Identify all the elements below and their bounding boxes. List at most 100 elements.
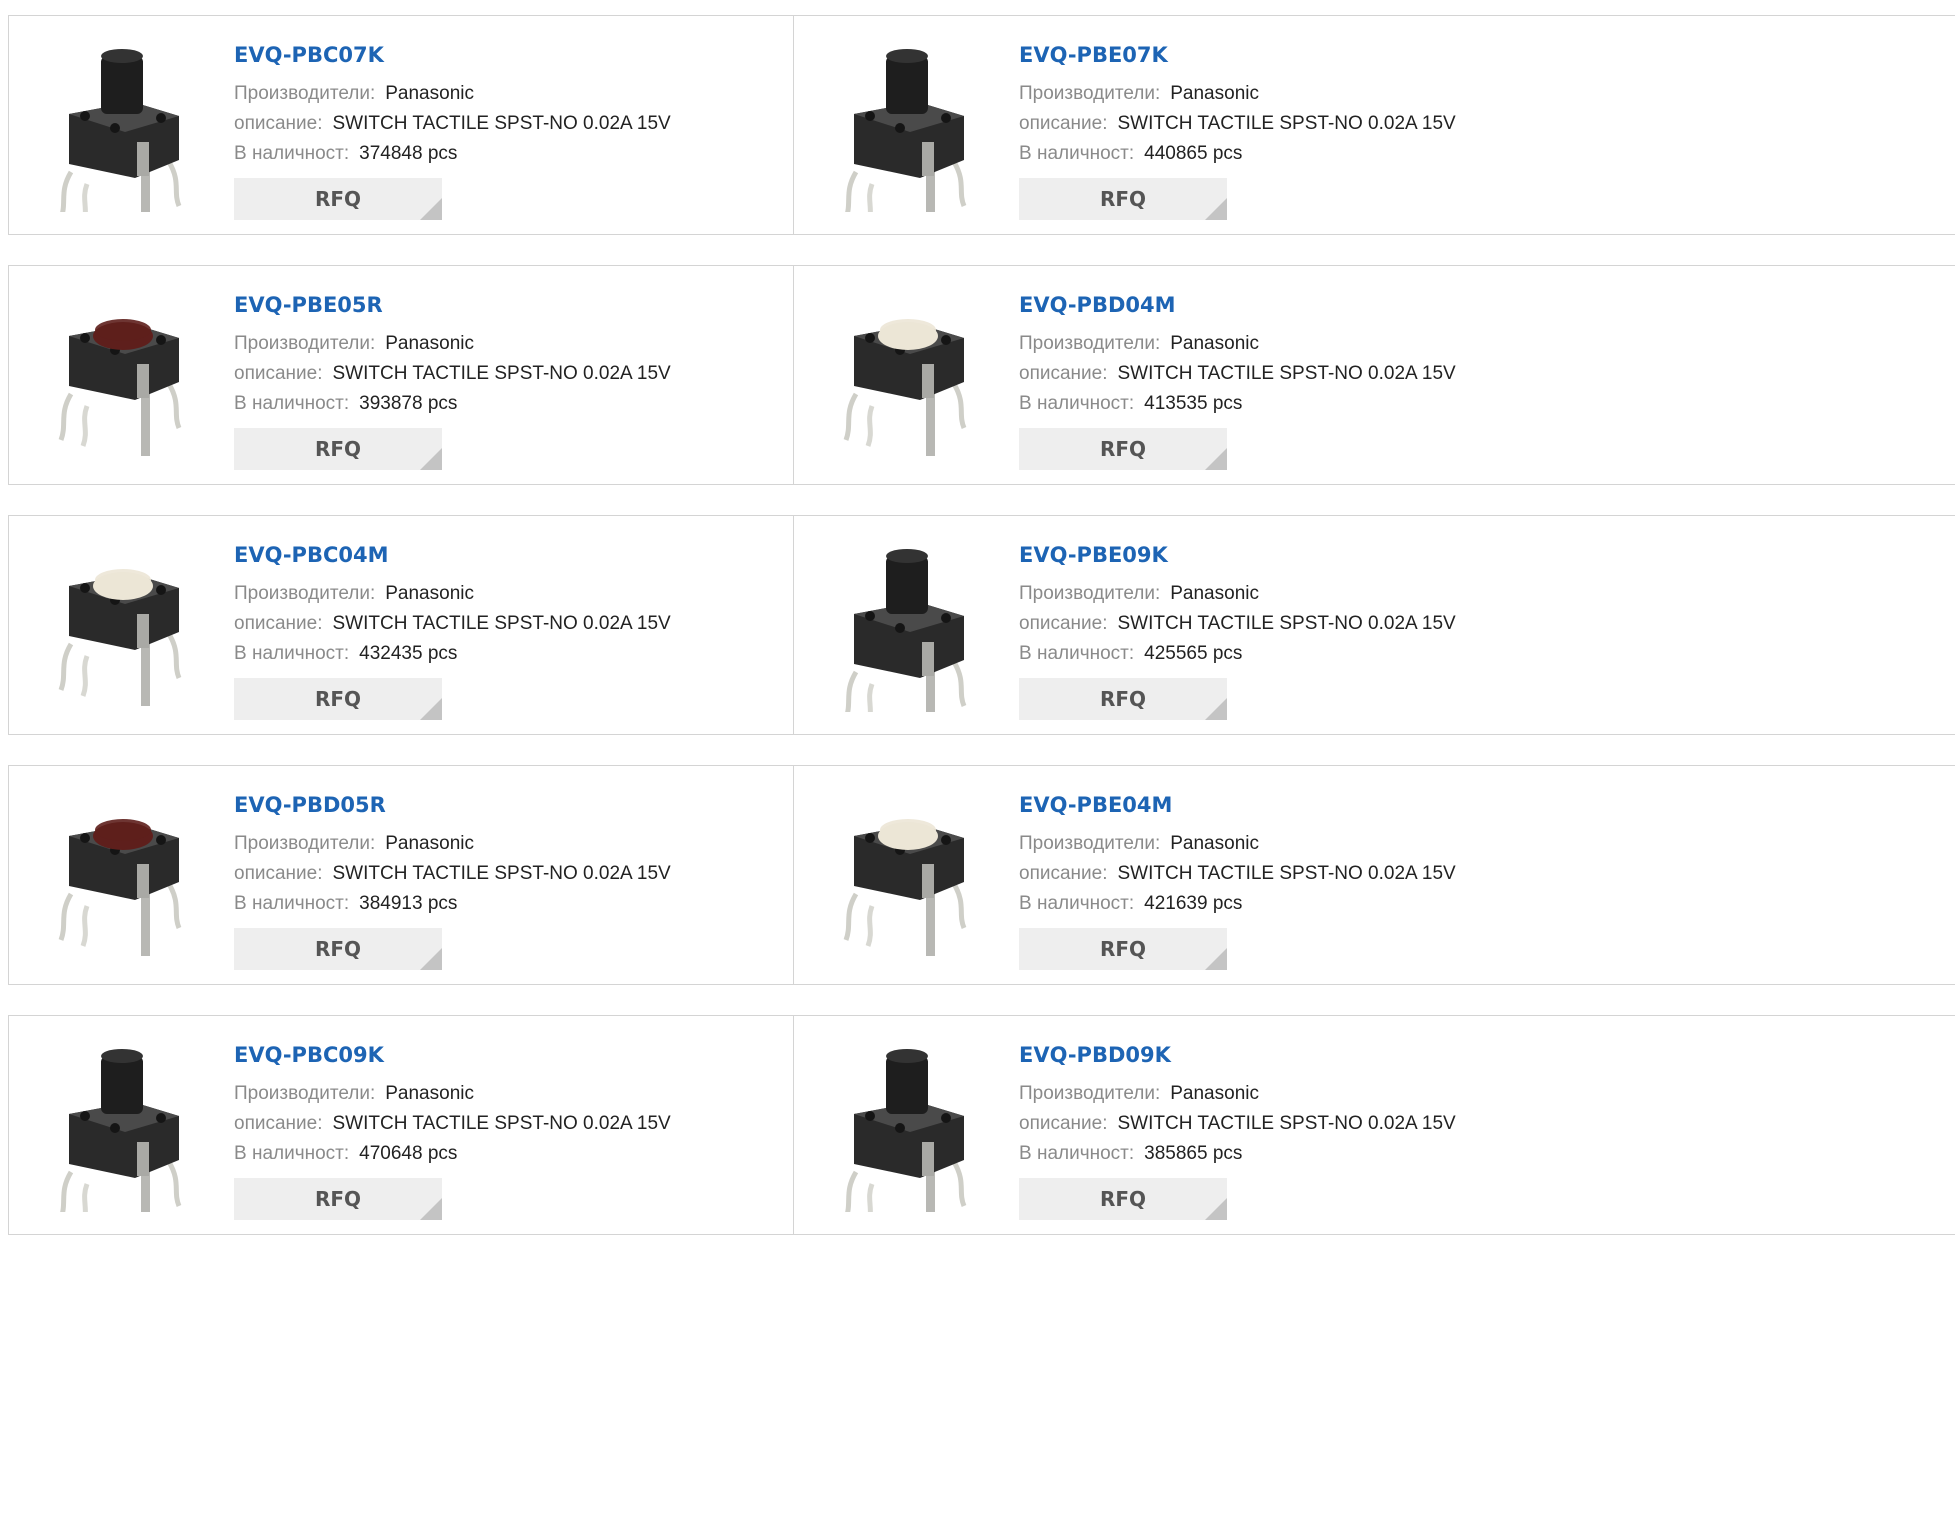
tactile-switch-white-icon[interactable] [826, 294, 988, 462]
product-info: EVQ-PBD05R Производители: Panasonic описа… [234, 792, 671, 970]
manufacturer-value: Panasonic [1170, 833, 1259, 854]
product-row: EVQ-PBC04M Производители: Panasonic описа… [8, 515, 1955, 735]
rfq-button-label: RFQ [1099, 937, 1147, 961]
product-title-link[interactable]: EVQ-PBE05R [234, 292, 671, 318]
manufacturer-label: Производители: [1019, 1083, 1161, 1104]
stock-row: В наличност: 432435 pcs [234, 639, 671, 669]
stock-label: В наличност: [1019, 1143, 1135, 1164]
tactile-switch-tall-black-icon-graphic [60, 1049, 182, 1212]
stock-value: 421639 pcs [1144, 893, 1243, 914]
product-title-link[interactable]: EVQ-PBC09K [234, 1042, 671, 1068]
manufacturer-value: Panasonic [385, 83, 474, 104]
description-value: SWITCH TACTILE SPST-NO 0.02A 15V [1117, 613, 1456, 634]
product-title-link[interactable]: EVQ-PBE09K [1019, 542, 1456, 568]
stock-value: 470648 pcs [359, 1143, 458, 1164]
product-title-link[interactable]: EVQ-PBD05R [234, 792, 671, 818]
manufacturer-value: Panasonic [385, 333, 474, 354]
tactile-switch-tall-black-icon[interactable] [41, 1044, 203, 1212]
rfq-button[interactable]: RFQ [1019, 428, 1227, 470]
manufacturer-label: Производители: [1019, 583, 1161, 604]
stock-row: В наличност: 385865 pcs [1019, 1139, 1456, 1169]
rfq-corner-decoration [1205, 948, 1227, 970]
rfq-button[interactable]: RFQ [1019, 1178, 1227, 1220]
tactile-switch-tall-black-icon[interactable] [41, 44, 203, 212]
stock-label: В наличност: [1019, 393, 1135, 414]
description-label: описание: [1019, 363, 1108, 384]
description-row: описание: SWITCH TACTILE SPST-NO 0.02A 15… [1019, 1109, 1456, 1139]
rfq-button-label: RFQ [1099, 437, 1147, 461]
manufacturer-label: Производители: [234, 83, 376, 104]
product-row: EVQ-PBC09K Производители: Panasonic описа… [8, 1015, 1955, 1235]
description-value: SWITCH TACTILE SPST-NO 0.02A 15V [332, 863, 671, 884]
description-row: описание: SWITCH TACTILE SPST-NO 0.02A 15… [1019, 609, 1456, 639]
rfq-button-label: RFQ [1099, 687, 1147, 711]
stock-label: В наличност: [234, 643, 350, 664]
tactile-switch-white-icon-graphic [843, 319, 967, 456]
product-title-link[interactable]: EVQ-PBC04M [234, 542, 671, 568]
description-value: SWITCH TACTILE SPST-NO 0.02A 15V [332, 613, 671, 634]
product-info: EVQ-PBE09K Производители: Panasonic описа… [1019, 542, 1456, 720]
tactile-switch-tall-black-icon[interactable] [826, 44, 988, 212]
rfq-button[interactable]: RFQ [234, 178, 442, 220]
product-title-link[interactable]: EVQ-PBD09K [1019, 1042, 1456, 1068]
tactile-switch-red-icon[interactable] [41, 294, 203, 462]
product-title-link[interactable]: EVQ-PBC07K [234, 42, 671, 68]
manufacturer-row: Производители: Panasonic [1019, 329, 1456, 359]
stock-value: 432435 pcs [359, 643, 458, 664]
rfq-button[interactable]: RFQ [234, 678, 442, 720]
manufacturer-value: Panasonic [1170, 1083, 1259, 1104]
description-label: описание: [1019, 113, 1108, 134]
description-row: описание: SWITCH TACTILE SPST-NO 0.02A 15… [234, 609, 671, 639]
manufacturer-row: Производители: Panasonic [1019, 79, 1456, 109]
manufacturer-row: Производители: Panasonic [234, 579, 671, 609]
tactile-switch-white-icon[interactable] [826, 794, 988, 962]
rfq-corner-decoration [420, 1198, 442, 1220]
manufacturer-value: Panasonic [1170, 583, 1259, 604]
description-row: описание: SWITCH TACTILE SPST-NO 0.02A 15… [234, 1109, 671, 1139]
rfq-corner-decoration [1205, 1198, 1227, 1220]
stock-value: 384913 pcs [359, 893, 458, 914]
manufacturer-value: Panasonic [1170, 333, 1259, 354]
product-title-link[interactable]: EVQ-PBD04M [1019, 292, 1456, 318]
manufacturer-label: Производители: [1019, 83, 1161, 104]
tactile-switch-white-icon[interactable] [41, 544, 203, 712]
stock-value: 385865 pcs [1144, 1143, 1243, 1164]
product-title-link[interactable]: EVQ-PBE07K [1019, 42, 1456, 68]
tactile-switch-red-icon[interactable] [41, 794, 203, 962]
product-info: EVQ-PBE07K Производители: Panasonic описа… [1019, 42, 1456, 220]
rfq-button[interactable]: RFQ [234, 428, 442, 470]
product-info: EVQ-PBE05R Производители: Panasonic описа… [234, 292, 671, 470]
description-value: SWITCH TACTILE SPST-NO 0.02A 15V [1117, 863, 1456, 884]
tactile-switch-tall-black-icon[interactable] [826, 544, 988, 712]
product-title-link[interactable]: EVQ-PBE04M [1019, 792, 1456, 818]
product-card: EVQ-PBE04M Производители: Panasonic описа… [793, 766, 1955, 984]
manufacturer-row: Производители: Panasonic [1019, 579, 1456, 609]
manufacturer-row: Производители: Panasonic [1019, 1079, 1456, 1109]
tactile-switch-white-icon-graphic [58, 569, 182, 706]
tactile-switch-tall-black-icon-graphic [845, 1049, 967, 1212]
stock-row: В наличност: 425565 pcs [1019, 639, 1456, 669]
description-value: SWITCH TACTILE SPST-NO 0.02A 15V [1117, 1113, 1456, 1134]
description-label: описание: [1019, 613, 1108, 634]
tactile-switch-tall-black-icon[interactable] [826, 1044, 988, 1212]
rfq-button[interactable]: RFQ [1019, 178, 1227, 220]
description-label: описание: [1019, 863, 1108, 884]
description-label: описание: [234, 113, 323, 134]
stock-row: В наличност: 421639 pcs [1019, 889, 1456, 919]
description-label: описание: [234, 863, 323, 884]
product-grid: EVQ-PBC07K Производители: Panasonic описа… [8, 15, 1955, 1265]
description-label: описание: [1019, 1113, 1108, 1134]
product-info: EVQ-PBC09K Производители: Panasonic описа… [234, 1042, 671, 1220]
rfq-button[interactable]: RFQ [234, 928, 442, 970]
rfq-button[interactable]: RFQ [234, 1178, 442, 1220]
stock-row: В наличност: 374848 pcs [234, 139, 671, 169]
description-row: описание: SWITCH TACTILE SPST-NO 0.02A 15… [234, 109, 671, 139]
rfq-button[interactable]: RFQ [1019, 678, 1227, 720]
product-info: EVQ-PBD09K Производители: Panasonic описа… [1019, 1042, 1456, 1220]
stock-value: 425565 pcs [1144, 643, 1243, 664]
manufacturer-row: Производители: Panasonic [234, 829, 671, 859]
product-card: EVQ-PBE09K Производители: Panasonic описа… [793, 516, 1955, 734]
description-row: описание: SWITCH TACTILE SPST-NO 0.02A 15… [1019, 859, 1456, 889]
rfq-button[interactable]: RFQ [1019, 928, 1227, 970]
stock-row: В наличност: 413535 pcs [1019, 389, 1456, 419]
